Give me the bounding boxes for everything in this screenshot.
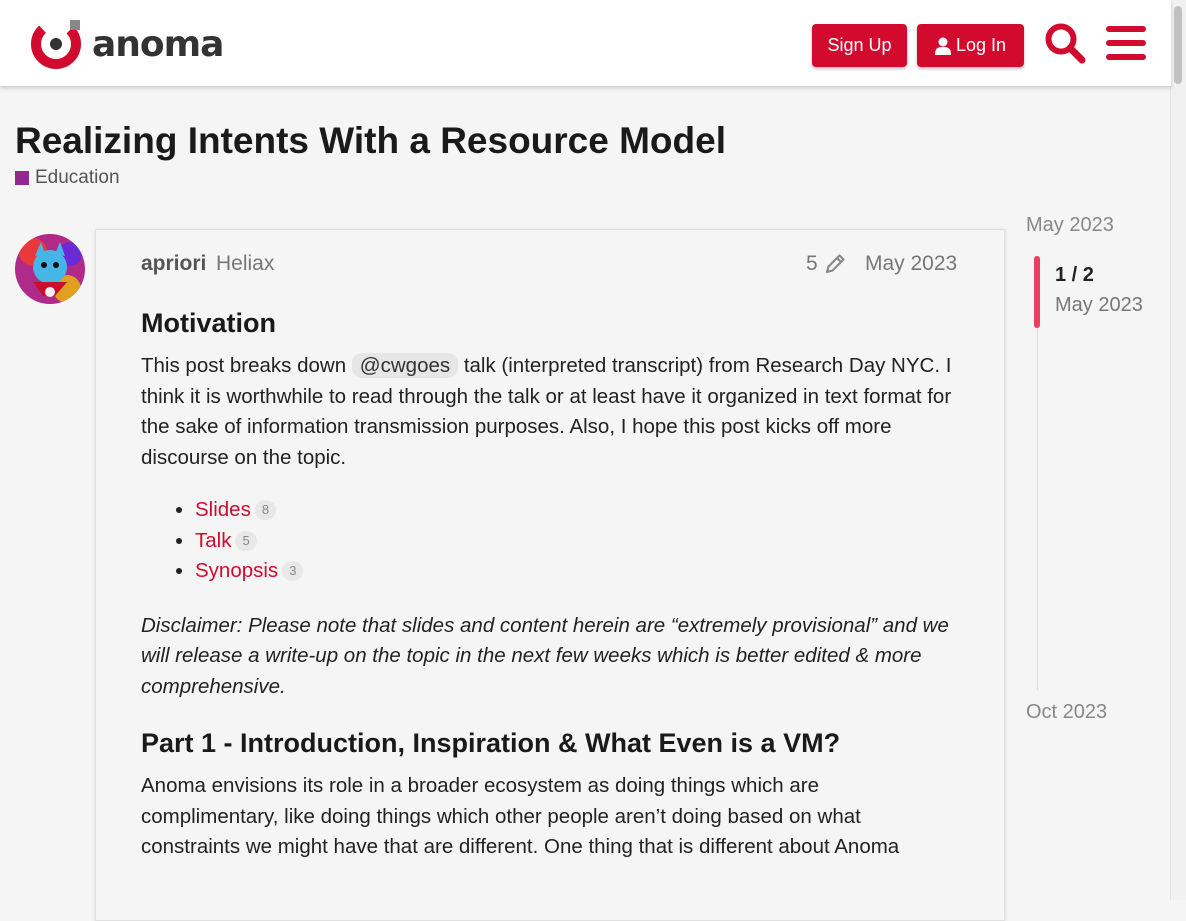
avatar[interactable] bbox=[15, 234, 85, 304]
edit-history-button[interactable]: 5 bbox=[806, 252, 846, 276]
click-count-badge: 5 bbox=[235, 530, 257, 551]
post-card: apriori Heliax 5 May 2023 Motivation Thi… bbox=[95, 229, 1005, 921]
user-title: Heliax bbox=[216, 252, 275, 275]
sign-up-label: Sign Up bbox=[827, 35, 892, 55]
search-icon[interactable] bbox=[1044, 22, 1086, 64]
timeline-scroll-handle[interactable] bbox=[1034, 256, 1040, 328]
hamburger-menu-icon[interactable] bbox=[1106, 24, 1146, 62]
logo-wordmark: anoma bbox=[92, 23, 224, 65]
site-header: anoma Sign Up Log In bbox=[0, 0, 1171, 86]
heading-motivation: Motivation bbox=[141, 308, 276, 338]
click-count-badge: 3 bbox=[282, 561, 304, 581]
timeline-current-date: May 2023 bbox=[1055, 294, 1143, 316]
user-icon bbox=[934, 37, 951, 55]
timeline-start-date[interactable]: May 2023 bbox=[1026, 214, 1114, 237]
slides-link[interactable]: Slides bbox=[195, 498, 251, 521]
timeline-position: 1 / 2 bbox=[1055, 264, 1094, 286]
list-item: Slides8 bbox=[195, 495, 961, 526]
talk-link[interactable]: Talk bbox=[195, 529, 231, 552]
timeline-end-date[interactable]: Oct 2023 bbox=[1026, 701, 1107, 724]
category-label: Education bbox=[35, 167, 120, 188]
list-item: Talk5 bbox=[195, 526, 961, 557]
avatar-image bbox=[15, 234, 85, 304]
post-body: apriori Heliax 5 May 2023 Motivation Thi… bbox=[141, 230, 961, 885]
log-in-button[interactable]: Log In bbox=[917, 24, 1024, 67]
anoma-logo-icon bbox=[30, 18, 81, 69]
topic-timeline: May 2023 1 / 2 May 2023 Oct 2023 bbox=[1026, 210, 1176, 730]
part-1-paragraph: Anoma envisions its role in a broader ec… bbox=[141, 774, 900, 858]
topic-title[interactable]: Realizing Intents With a Resource Model bbox=[15, 120, 726, 162]
post-username[interactable]: apriori bbox=[141, 252, 206, 276]
scrollbar-thumb[interactable] bbox=[1174, 6, 1182, 84]
heading-part-1: Part 1 - Introduction, Inspiration & Wha… bbox=[141, 728, 841, 758]
disclaimer-text: Disclaimer: Please note that slides and … bbox=[141, 613, 949, 698]
category-badge[interactable]: Education bbox=[15, 167, 120, 189]
list-item: Synopsis3 bbox=[195, 556, 961, 587]
disclaimer-paragraph: Disclaimer: Please note that slides and … bbox=[141, 611, 961, 703]
pencil-icon bbox=[825, 254, 845, 274]
resource-links-list: Slides8 Talk5 Synopsis3 bbox=[141, 495, 961, 587]
intro-text-before: This post breaks down bbox=[141, 354, 352, 377]
edit-count: 5 bbox=[806, 252, 818, 275]
post-meta: apriori Heliax 5 May 2023 bbox=[141, 230, 961, 302]
post-date[interactable]: May 2023 bbox=[865, 252, 957, 276]
sign-up-button[interactable]: Sign Up bbox=[812, 24, 907, 67]
anoma-logo[interactable]: anoma bbox=[30, 18, 224, 70]
synopsis-link[interactable]: Synopsis bbox=[195, 559, 278, 582]
click-count-badge: 8 bbox=[254, 500, 277, 520]
user-mention[interactable]: @cwgoes bbox=[351, 353, 459, 378]
log-in-label: Log In bbox=[955, 35, 1007, 55]
intro-paragraph: This post breaks down @cwgoes talk (inte… bbox=[141, 351, 961, 473]
category-color-swatch bbox=[15, 171, 29, 185]
